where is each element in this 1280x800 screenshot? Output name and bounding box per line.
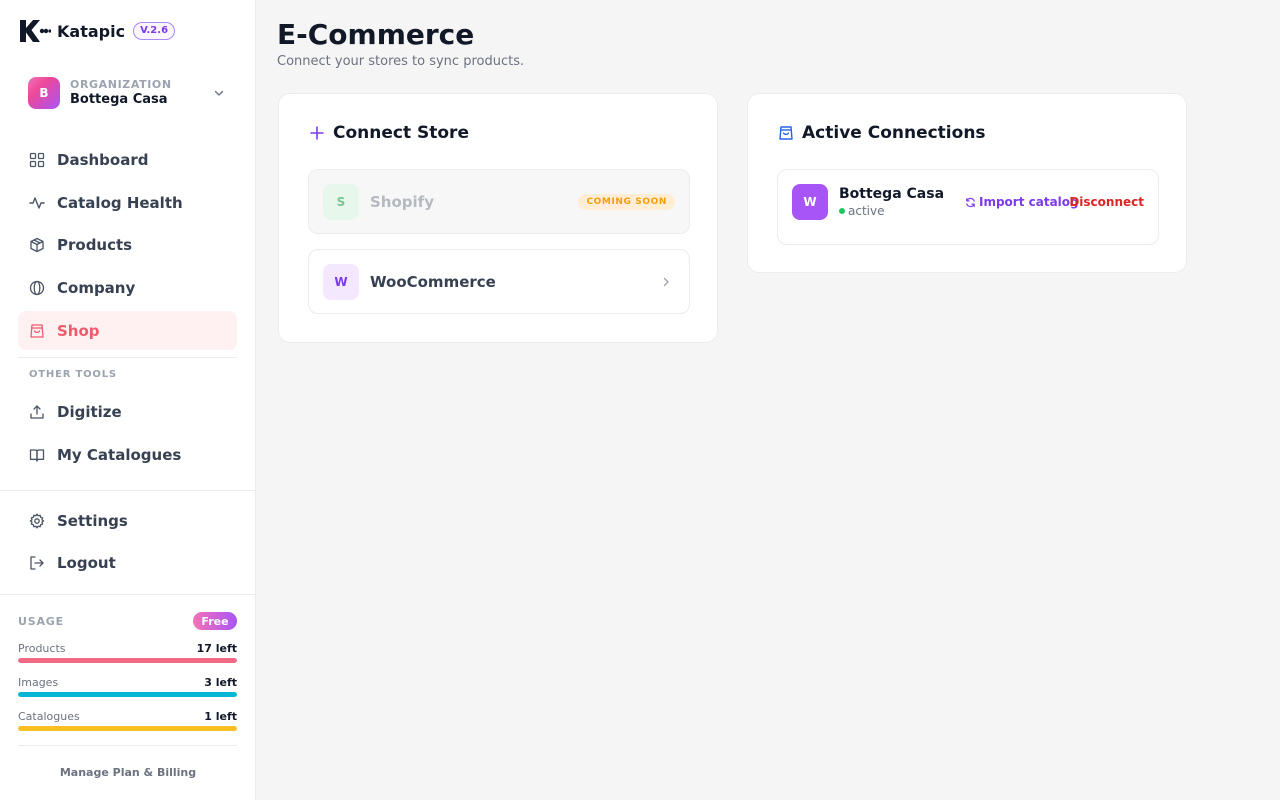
usage-bar-fill bbox=[18, 726, 237, 731]
store-initial: S bbox=[323, 183, 359, 220]
usage-label: Catalogues bbox=[18, 710, 80, 723]
manage-billing-link[interactable]: Manage Plan & Billing bbox=[0, 766, 256, 779]
connection-status: active bbox=[839, 204, 884, 218]
nav-item-digitize[interactable]: Digitize bbox=[18, 392, 237, 431]
version-badge: V.2.6 bbox=[133, 22, 176, 40]
divider bbox=[18, 745, 237, 746]
usage-value: 17 left bbox=[196, 642, 237, 655]
org-avatar: B bbox=[28, 77, 60, 109]
organization-switcher[interactable]: B ORGANIZATION Bottega Casa bbox=[28, 77, 228, 109]
nav-label: Shop bbox=[57, 321, 100, 340]
page-title: E-Commerce bbox=[277, 18, 475, 51]
nav-label: Digitize bbox=[57, 402, 122, 421]
logout-icon bbox=[29, 555, 45, 571]
grid-icon bbox=[29, 152, 45, 168]
usage-bar bbox=[18, 692, 237, 697]
other-tools-caption: OTHER TOOLS bbox=[29, 369, 117, 380]
nav-label: Settings bbox=[57, 511, 128, 530]
nav-label: Products bbox=[57, 235, 133, 254]
page-subtitle: Connect your stores to sync products. bbox=[277, 54, 525, 69]
store-initial: W bbox=[323, 263, 359, 300]
nav-label: Catalog Health bbox=[57, 193, 183, 212]
disconnect-button[interactable]: Disconnect bbox=[1069, 195, 1144, 209]
brand-name: Katapic bbox=[57, 21, 126, 41]
usage-bar-fill bbox=[18, 692, 237, 697]
refresh-icon bbox=[966, 197, 975, 207]
nav-item-logout[interactable]: Logout bbox=[18, 543, 237, 582]
store-name: WooCommerce bbox=[370, 272, 496, 291]
import-catalog-label: Import catalog bbox=[979, 195, 1079, 209]
nav-item-company[interactable]: Company bbox=[18, 268, 237, 307]
plus-icon bbox=[308, 124, 326, 142]
usage-bar bbox=[18, 658, 237, 663]
store-option-shopify: S Shopify COMING SOON bbox=[308, 169, 690, 234]
nav-item-my-catalogues[interactable]: My Catalogues bbox=[18, 435, 237, 474]
store-name: Shopify bbox=[370, 192, 434, 211]
book-open-icon bbox=[29, 447, 45, 463]
nav-item-dashboard[interactable]: Dashboard bbox=[18, 140, 237, 179]
nav-item-settings[interactable]: Settings bbox=[18, 501, 237, 540]
connection-item: W Bottega Casa active Import catalog Dis… bbox=[777, 169, 1159, 245]
shopping-bag-icon bbox=[777, 124, 795, 142]
usage-label: Products bbox=[18, 642, 66, 655]
nav-label: Dashboard bbox=[57, 150, 149, 169]
connection-avatar: W bbox=[792, 184, 828, 220]
nav-label: Company bbox=[57, 278, 136, 297]
katapic-logo-icon bbox=[20, 20, 51, 42]
connection-name: Bottega Casa bbox=[839, 186, 945, 202]
card-title: Active Connections bbox=[802, 123, 986, 143]
usage-title: USAGE bbox=[18, 615, 64, 628]
gear-icon bbox=[29, 513, 45, 529]
card-title: Connect Store bbox=[333, 123, 469, 143]
org-name: Bottega Casa bbox=[70, 92, 168, 107]
shopping-bag-icon bbox=[29, 323, 45, 339]
sidebar: Katapic V.2.6 B ORGANIZATION Bottega Cas… bbox=[0, 0, 256, 800]
activity-icon bbox=[29, 195, 45, 211]
coming-soon-badge: COMING SOON bbox=[578, 194, 675, 210]
store-option-woocommerce[interactable]: W WooCommerce bbox=[308, 249, 690, 314]
divider bbox=[0, 594, 256, 595]
org-caption: ORGANIZATION bbox=[70, 78, 172, 91]
status-text: active bbox=[848, 204, 885, 218]
chevron-right-icon bbox=[663, 277, 669, 287]
usage-value: 1 left bbox=[204, 710, 237, 723]
nav-item-shop[interactable]: Shop bbox=[18, 311, 237, 350]
nav-label: Logout bbox=[57, 553, 116, 572]
divider bbox=[18, 357, 237, 358]
import-catalog-button[interactable]: Import catalog bbox=[965, 195, 1079, 209]
usage-bar bbox=[18, 726, 237, 731]
nav-item-catalog-health[interactable]: Catalog Health bbox=[18, 183, 237, 222]
usage-bar-fill bbox=[18, 658, 237, 663]
chevron-down-icon bbox=[214, 90, 224, 96]
connect-store-card: Connect Store S Shopify COMING SOON W Wo… bbox=[278, 93, 718, 343]
status-dot-icon bbox=[839, 208, 845, 214]
globe-icon bbox=[29, 280, 45, 296]
usage-value: 3 left bbox=[204, 676, 237, 689]
divider bbox=[0, 490, 256, 491]
upload-icon bbox=[29, 404, 45, 420]
active-connections-card: Active Connections W Bottega Casa active… bbox=[747, 93, 1187, 273]
brand[interactable]: Katapic V.2.6 bbox=[19, 17, 176, 45]
nav-item-products[interactable]: Products bbox=[18, 225, 237, 264]
nav-label: My Catalogues bbox=[57, 445, 182, 464]
usage-label: Images bbox=[18, 676, 59, 689]
plan-badge[interactable]: Free bbox=[193, 612, 237, 630]
box-icon bbox=[29, 237, 45, 253]
